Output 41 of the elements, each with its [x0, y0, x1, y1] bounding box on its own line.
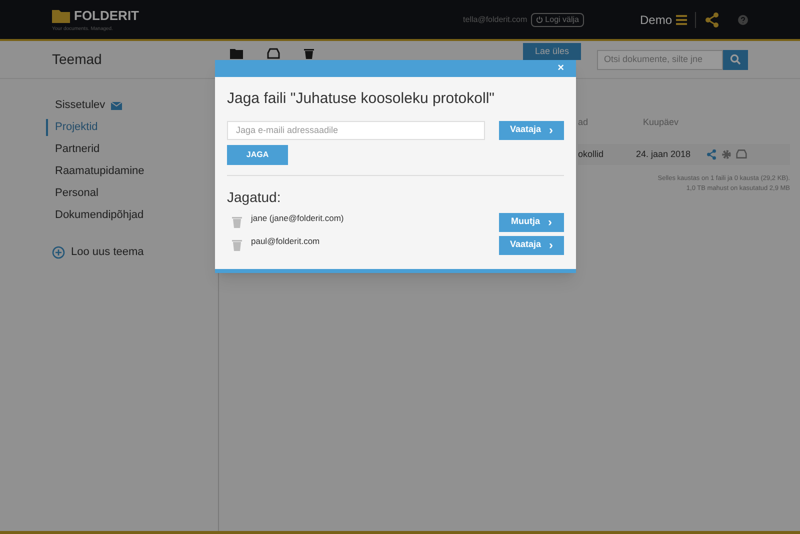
folder-icon	[52, 8, 70, 23]
email-field[interactable]: Jaga e-maili adressaadile	[227, 120, 485, 140]
search-button[interactable]	[723, 50, 748, 70]
sidebar-item[interactable]: Raamatupidamine	[55, 163, 144, 180]
page-title: Teemad	[52, 50, 103, 69]
upload-button[interactable]: Lae üles	[522, 42, 581, 60]
shared-user: jane (jane@folderit.com)	[251, 212, 344, 224]
help-icon[interactable]	[738, 14, 748, 24]
sidebar-item[interactable]: Personal	[55, 185, 98, 202]
share-icon[interactable]	[706, 148, 717, 160]
column-header: Kuupäev	[643, 116, 679, 129]
sidebar-item[interactable]: Projektid	[55, 119, 98, 136]
logout-button[interactable]: Logi välja	[531, 12, 584, 26]
search-field[interactable]: Otsi dokumente, silte jne	[597, 50, 723, 70]
table-cell-text: okollid	[578, 148, 605, 160]
new-topic-link[interactable]: Loo uus teema	[71, 244, 144, 260]
user-email: tella@folderit.com	[463, 14, 528, 26]
role-button[interactable]: Muutja ›	[499, 212, 564, 232]
column-header: ad	[578, 116, 590, 129]
menu-icon[interactable]	[676, 14, 687, 24]
tray-icon[interactable]	[267, 48, 280, 59]
sidebar-item[interactable]: Partnerid	[55, 141, 100, 158]
add-icon[interactable]	[52, 246, 65, 259]
table-cell-text: 24. jaan 2018	[636, 148, 692, 161]
close-button[interactable]: ×	[558, 63, 564, 74]
role-button[interactable]: Vaataja ›	[499, 120, 564, 140]
sidebar-item[interactable]: Sissetulev	[55, 97, 106, 114]
account-name: Demo	[640, 12, 672, 28]
power-icon	[536, 16, 544, 23]
dialog-title: Jaga faili "Juhatuse koosoleku protokoll"	[227, 89, 496, 109]
search-icon	[730, 54, 741, 65]
sidebar-item[interactable]: Dokumendipõhjad	[55, 207, 144, 224]
section-title: Jagatud:	[227, 188, 282, 207]
share-icon[interactable]	[704, 12, 720, 28]
share-button[interactable]: JAGA	[227, 144, 288, 164]
logo-text: FOLDERIT	[74, 7, 139, 25]
gear-icon[interactable]	[721, 148, 732, 160]
envelope-icon	[111, 102, 122, 110]
role-button[interactable]: Vaataja ›	[499, 236, 564, 254]
shared-user: paul@folderit.com	[251, 234, 320, 248]
trash-icon[interactable]	[304, 48, 314, 59]
